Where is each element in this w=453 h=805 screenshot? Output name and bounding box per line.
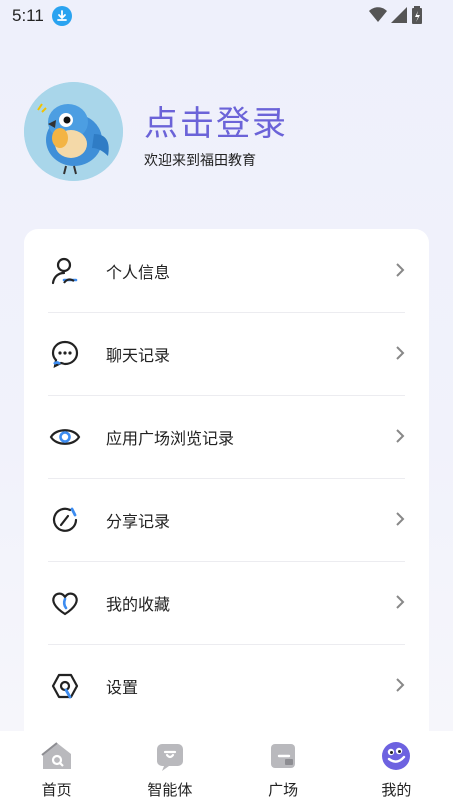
menu-item-label: 应用广场浏览记录 — [106, 428, 235, 448]
profile-face-icon — [379, 739, 413, 773]
menu-item-label: 聊天记录 — [106, 345, 171, 365]
tab-label: 智能体 — [147, 781, 193, 799]
bottom-tab-bar: 首页 智能体 广场 我的 — [0, 731, 453, 805]
menu-item-plaza-history[interactable]: 应用广场浏览记录 — [48, 395, 405, 478]
menu-item-share-history[interactable]: 分享记录 — [48, 478, 405, 561]
wifi-icon — [369, 7, 387, 22]
status-bar: 5:11 — [0, 0, 453, 32]
menu-item-label: 分享记录 — [106, 511, 171, 531]
tab-mine[interactable]: 我的 — [340, 731, 453, 805]
chevron-right-icon — [396, 678, 405, 692]
chevron-right-icon — [396, 595, 405, 609]
menu-item-personal-info[interactable]: 个人信息 — [48, 229, 405, 312]
chevron-right-icon — [396, 263, 405, 277]
tab-label: 广场 — [268, 781, 299, 799]
menu-item-label: 设置 — [106, 677, 139, 697]
tab-agent[interactable]: 智能体 — [113, 731, 226, 805]
status-time: 5:11 — [12, 6, 44, 25]
welcome-text: 欢迎来到福田教育 — [144, 153, 256, 169]
heart-icon — [48, 586, 82, 620]
settings-hexagon-icon — [48, 669, 82, 703]
menu-item-label: 我的收藏 — [106, 594, 171, 614]
bird-mascot-icon — [24, 82, 123, 181]
signal-icon — [391, 7, 407, 23]
chevron-right-icon — [396, 512, 405, 526]
menu-item-settings[interactable]: 设置 — [48, 644, 405, 727]
battery-icon — [412, 6, 422, 24]
avatar[interactable] — [24, 82, 123, 181]
menu-item-favorites[interactable]: 我的收藏 — [48, 561, 405, 644]
chat-bubble-icon — [48, 337, 82, 371]
eye-icon — [48, 420, 82, 454]
tab-label: 我的 — [381, 781, 412, 799]
chevron-right-icon — [396, 429, 405, 443]
download-icon — [51, 6, 72, 26]
person-icon — [48, 254, 82, 288]
plaza-icon — [266, 739, 300, 773]
profile-header: 点击登录 欢迎来到福田教育 — [24, 82, 434, 182]
menu-card: 个人信息 聊天记录 应用广场浏览记录 分享记录 我的收藏 设置 — [24, 229, 429, 749]
chevron-right-icon — [396, 346, 405, 360]
menu-item-chat-history[interactable]: 聊天记录 — [48, 312, 405, 395]
menu-item-label: 个人信息 — [106, 262, 171, 282]
home-icon — [40, 739, 74, 773]
tab-home[interactable]: 首页 — [0, 731, 113, 805]
login-button[interactable]: 点击登录 — [144, 96, 288, 145]
tab-plaza[interactable]: 广场 — [227, 731, 340, 805]
share-circle-icon — [48, 503, 82, 537]
tab-label: 首页 — [41, 781, 72, 799]
agent-icon — [153, 739, 187, 773]
